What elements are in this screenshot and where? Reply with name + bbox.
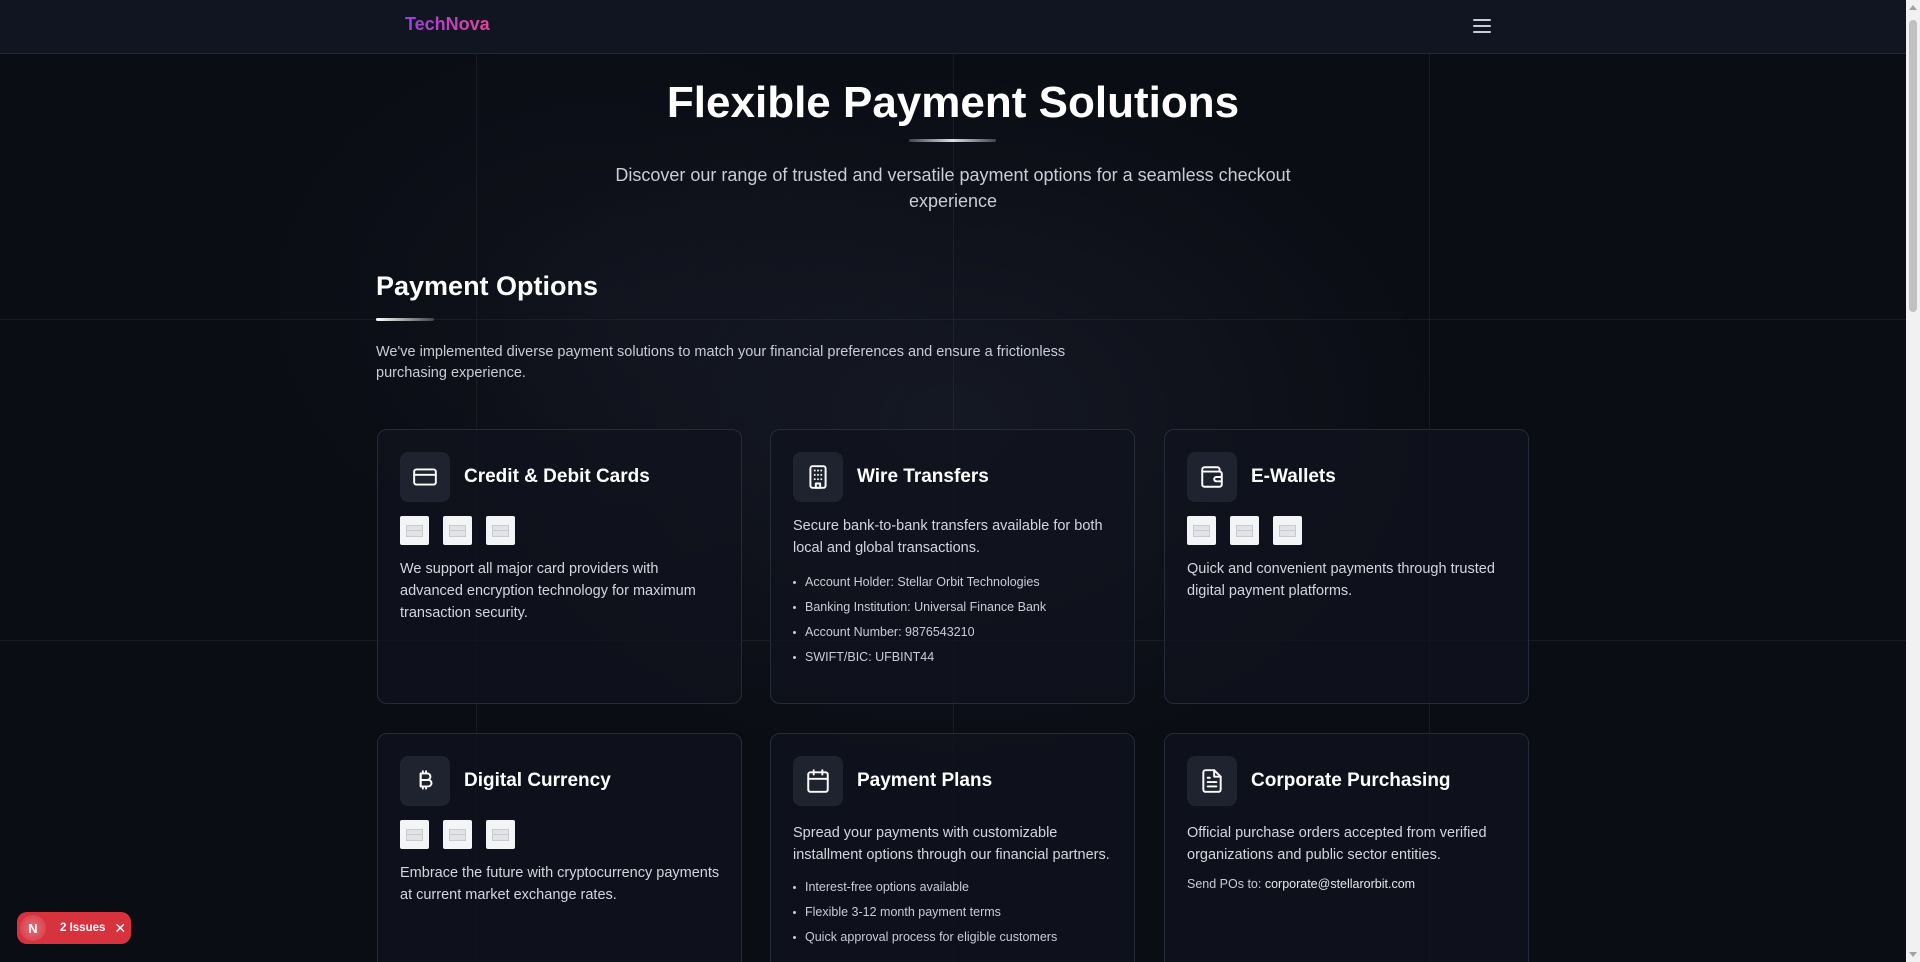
hero-subtitle: Discover our range of trusted and versat…: [615, 165, 1291, 211]
list-item: Quick approval process for eligible cust…: [793, 925, 1057, 950]
card-title: Wire Transfers: [857, 466, 989, 487]
list-item: SWIFT/BIC: UFBINT44: [793, 645, 1046, 670]
nextjs-logo-icon: N: [20, 915, 46, 941]
section-underline: [376, 318, 434, 321]
navbar: TechNova: [0, 0, 1906, 54]
section-description: We've implemented diverse payment soluti…: [376, 344, 1066, 381]
plan-features-list: Interest-free options available Flexible…: [793, 875, 1057, 950]
provider-logos: [1187, 516, 1302, 545]
card-description: Official purchase orders accepted from v…: [1187, 825, 1487, 863]
list-item: Banking Institution: Universal Finance B…: [793, 595, 1046, 620]
scrollbar-thumb[interactable]: [1909, 20, 1917, 312]
list-item: Account Holder: Stellar Orbit Technologi…: [793, 570, 1046, 595]
provider-logo-image: [486, 516, 515, 545]
provider-logo-image: [400, 820, 429, 849]
payment-card-payment-plans: Payment Plans Spread your payments with …: [770, 733, 1135, 962]
provider-logo-image: [443, 516, 472, 545]
issues-badge[interactable]: N 2 Issues ✕: [17, 912, 131, 944]
calendar-icon: [793, 756, 843, 806]
card-title: Payment Plans: [857, 770, 993, 791]
payment-card-e-wallets: E-Wallets Quick and convenient payments …: [1164, 429, 1529, 704]
provider-logo-image: [486, 820, 515, 849]
card-description: Secure bank-to-bank transfers available …: [793, 518, 1103, 556]
card-title: E-Wallets: [1251, 466, 1336, 487]
list-item: Interest-free options available: [793, 875, 1057, 900]
hero-underline: [909, 139, 996, 142]
document-icon: [1187, 756, 1237, 806]
card-description: Embrace the future with cryptocurrency p…: [400, 865, 720, 903]
provider-logo-image: [400, 516, 429, 545]
provider-logos: [400, 516, 515, 545]
card-description: Spread your payments with customizable i…: [793, 825, 1110, 863]
payment-card-digital-currency: Digital Currency Embrace the future with…: [377, 733, 742, 962]
payment-card-wire-transfers: Wire Transfers Secure bank-to-bank trans…: [770, 429, 1135, 704]
payment-card-credit-debit: Credit & Debit Cards We support all majo…: [377, 429, 742, 704]
card-title: Digital Currency: [464, 770, 611, 791]
bitcoin-icon: [400, 756, 450, 806]
po-contact: Send POs to: corporate@stellarorbit.com: [1187, 877, 1415, 891]
close-icon[interactable]: ✕: [114, 920, 126, 937]
scroll-up-arrow-icon[interactable]: [1909, 5, 1917, 10]
building-icon: [793, 452, 843, 502]
issues-count-label[interactable]: 2 Issues: [60, 922, 105, 934]
vertical-scrollbar[interactable]: [1906, 0, 1920, 962]
card-title: Corporate Purchasing: [1251, 770, 1451, 791]
provider-logo-image: [1230, 516, 1259, 545]
provider-logo-image: [1273, 516, 1302, 545]
provider-logos: [400, 820, 515, 849]
card-description: Quick and convenient payments through tr…: [1187, 561, 1495, 599]
grid-line: [0, 319, 1906, 320]
list-item: Flexible 3-12 month payment terms: [793, 900, 1057, 925]
hero-title: Flexible Payment Solutions: [666, 78, 1240, 127]
section-title: Payment Options: [376, 271, 599, 301]
brand-logo[interactable]: TechNova: [405, 14, 490, 35]
credit-card-icon: [400, 452, 450, 502]
po-email-link[interactable]: corporate@stellarorbit.com: [1265, 877, 1415, 891]
provider-logo-image: [1187, 516, 1216, 545]
provider-logo-image: [443, 820, 472, 849]
card-title: Credit & Debit Cards: [464, 466, 650, 487]
card-description: We support all major card providers with…: [400, 561, 696, 621]
po-contact-label: Send POs to:: [1187, 877, 1265, 891]
scroll-down-arrow-icon[interactable]: [1909, 952, 1917, 957]
payment-card-corporate-purchasing: Corporate Purchasing Official purchase o…: [1164, 733, 1529, 962]
bank-details-list: Account Holder: Stellar Orbit Technologi…: [793, 570, 1046, 670]
hamburger-menu-icon[interactable]: [1470, 14, 1494, 38]
wallet-icon: [1187, 452, 1237, 502]
list-item: Account Number: 9876543210: [793, 620, 1046, 645]
